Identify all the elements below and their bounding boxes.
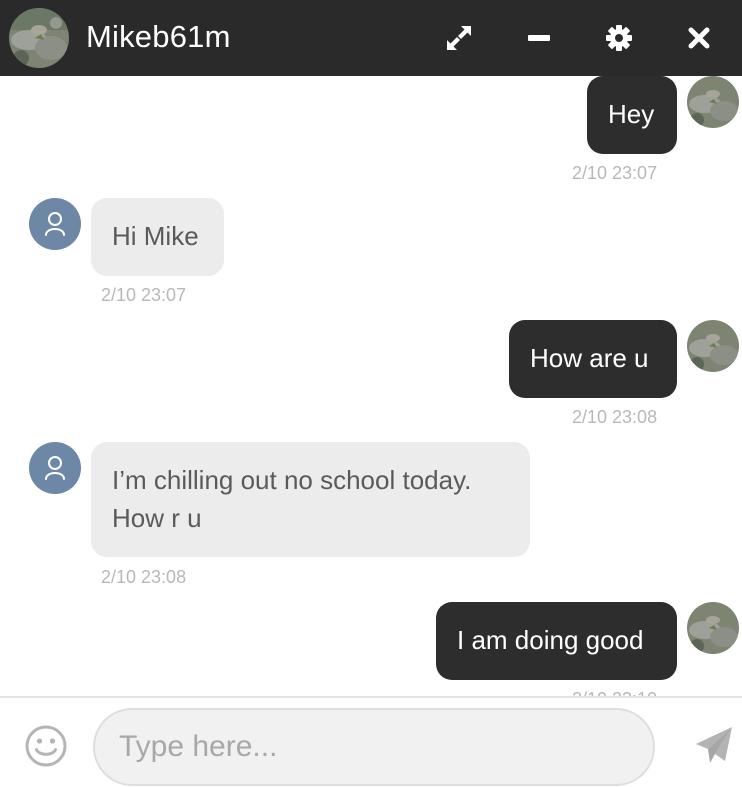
expand-button[interactable] <box>439 18 479 58</box>
incoming-message: I’m chilling out no school today. How r … <box>91 442 530 557</box>
message-input[interactable] <box>93 708 655 786</box>
send-button[interactable] <box>694 725 734 765</box>
message-text-line: How r u <box>112 503 202 533</box>
sender-avatar <box>687 320 739 372</box>
minimize-button[interactable] <box>519 18 559 58</box>
contact-avatar-placeholder <box>29 198 81 250</box>
sender-avatar <box>687 602 739 654</box>
outgoing-message: Hey <box>587 76 677 154</box>
message-text: Hi Mike <box>112 221 199 251</box>
message-text: How are u <box>530 343 649 373</box>
message-composer <box>0 696 742 787</box>
contact-avatar[interactable] <box>9 8 69 68</box>
sender-avatar <box>687 76 739 128</box>
smiley-icon <box>25 725 67 767</box>
user-icon <box>45 212 65 236</box>
message-list[interactable]: Hey 2/10 23:07 Hi Mike 2/10 23:07 How ar… <box>0 76 742 696</box>
close-button[interactable] <box>679 18 719 58</box>
paper-plane-icon <box>696 727 732 763</box>
message-text-line: I’m chilling out no school today. <box>112 465 472 495</box>
message-timestamp: 2/10 23:07 <box>101 285 187 305</box>
message-timestamp: 2/10 23:07 <box>572 163 658 183</box>
user-icon <box>45 456 65 480</box>
minimize-icon <box>528 35 550 41</box>
message-timestamp: 2/10 23:10 <box>572 688 657 696</box>
message-text: I am doing good <box>457 625 644 655</box>
settings-button[interactable] <box>599 18 639 58</box>
message-text: Hey <box>608 99 655 129</box>
message-timestamp: 2/10 23:08 <box>572 407 658 427</box>
contact-name: Mikeb61m <box>86 19 231 54</box>
message-timestamp: 2/10 23:08 <box>101 567 187 587</box>
contact-avatar-placeholder <box>29 442 81 494</box>
outgoing-message: I am doing good <box>436 602 677 680</box>
close-icon <box>688 27 710 49</box>
chat-header: Mikeb61m <box>0 0 742 76</box>
expand-icon <box>447 26 471 50</box>
emoji-button[interactable] <box>24 724 68 768</box>
gear-icon <box>606 25 632 51</box>
incoming-message: Hi Mike <box>91 198 224 276</box>
outgoing-message: How are u <box>509 320 677 398</box>
